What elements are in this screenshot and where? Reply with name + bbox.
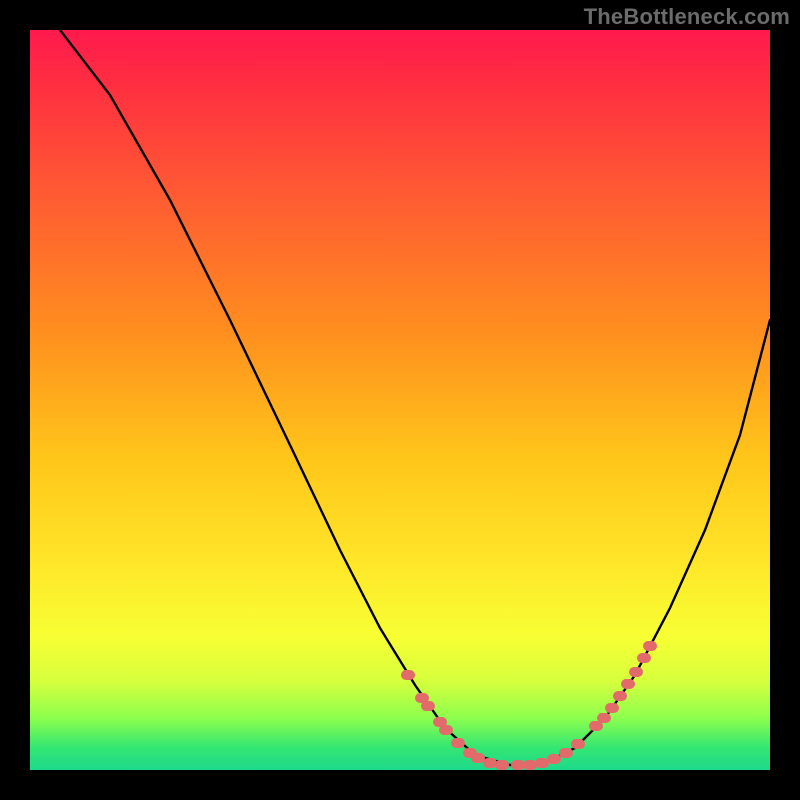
curve-marker: [495, 760, 509, 770]
curve-marker: [621, 679, 635, 689]
curve-marker: [483, 758, 497, 768]
watermark-text: TheBottleneck.com: [584, 4, 790, 30]
curve-marker: [439, 725, 453, 735]
curve-marker: [643, 641, 657, 651]
curve-marker: [451, 738, 465, 748]
bottleneck-curve: [60, 30, 770, 765]
curve-markers: [401, 641, 657, 770]
outer-frame: TheBottleneck.com: [0, 0, 800, 800]
curve-marker: [571, 739, 585, 749]
curve-marker: [547, 754, 561, 764]
curve-marker: [637, 653, 651, 663]
curve-marker: [613, 691, 627, 701]
curve-marker: [523, 760, 537, 770]
curve-marker: [535, 758, 549, 768]
curve-marker: [559, 748, 573, 758]
curve-marker: [471, 753, 485, 763]
curve-marker: [597, 713, 611, 723]
curve-marker: [511, 760, 525, 770]
curve-marker: [401, 670, 415, 680]
bottleneck-curve-svg: [30, 30, 770, 770]
curve-marker: [629, 667, 643, 677]
curve-marker: [605, 703, 619, 713]
curve-marker: [421, 701, 435, 711]
